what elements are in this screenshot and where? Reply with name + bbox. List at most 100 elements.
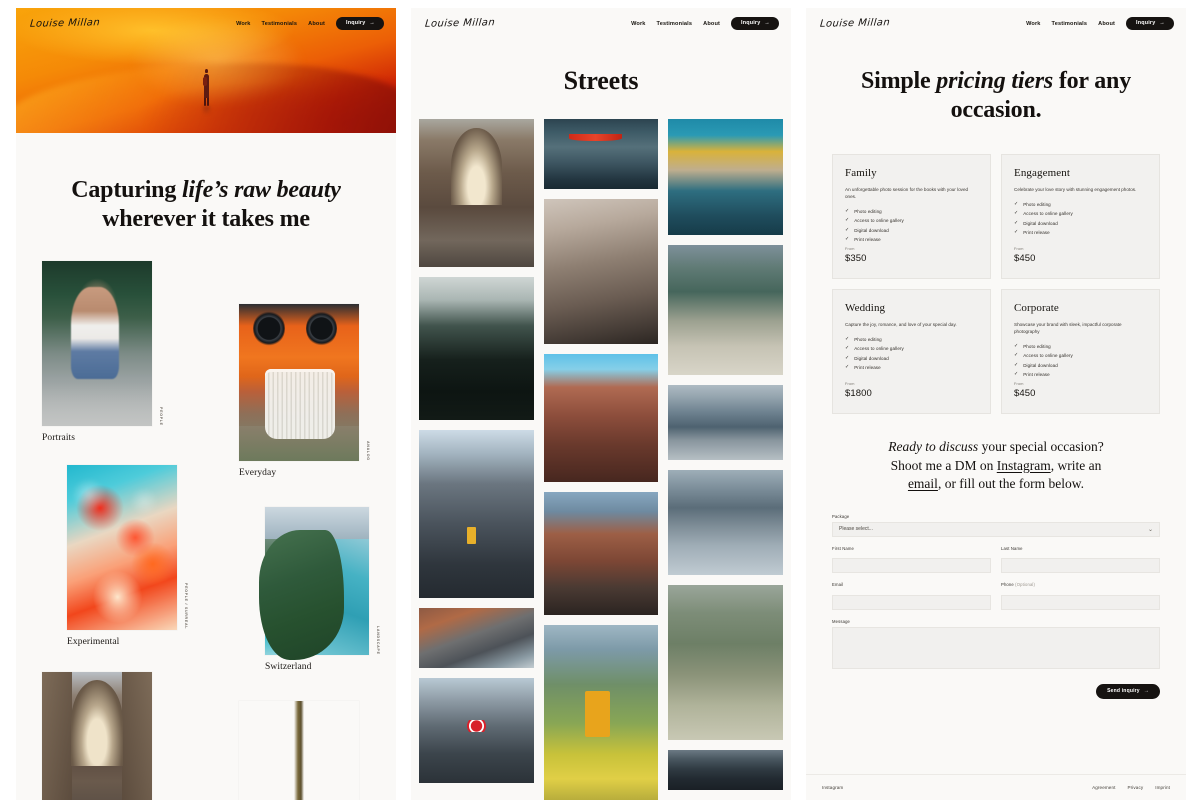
nav-link-work[interactable]: Work (236, 21, 250, 27)
streets-title: Streets (563, 66, 639, 95)
streets-gallery (411, 97, 791, 800)
pricing-feature-label: Digital download (1023, 220, 1058, 226)
pricing-amount: $350 (845, 252, 867, 264)
work-caption-switzerland: Switzerland (265, 661, 312, 672)
form-group-first-name: First Name (832, 546, 991, 574)
gallery-photo[interactable] (668, 749, 784, 790)
pricing-card-family[interactable]: Family An unforgettable photo session fo… (832, 153, 991, 279)
contact-cta-text: Ready to discuss your special occasion? … (842, 438, 1150, 494)
last-name-input[interactable] (1001, 558, 1160, 574)
nav-link-testimonials[interactable]: Testimonials (1052, 21, 1088, 27)
pricing-from-label: From (1014, 246, 1024, 251)
footer-link-privacy[interactable]: Privacy (1127, 785, 1143, 790)
gallery-photo[interactable] (419, 118, 534, 267)
send-inquiry-button[interactable]: Send inquiry → (1096, 683, 1160, 699)
gallery-photo[interactable] (543, 624, 659, 800)
brand-logo[interactable]: Louise Millan (424, 17, 495, 29)
pricing-feature: ✓ Print release (1014, 230, 1147, 236)
inquiry-button[interactable]: Inquiry → (336, 16, 384, 31)
work-thumb-switzerland: LANDSCAPE (258, 506, 380, 661)
gallery-photo[interactable] (543, 491, 659, 615)
pricing-amount: $450 (1014, 387, 1036, 399)
pricing-card-description: Showcase your brand with sleek, impactfu… (1014, 321, 1122, 334)
work-card-portraits[interactable]: PEOPLE Portraits (42, 260, 163, 443)
inquiry-button[interactable]: Inquiry → (1126, 16, 1174, 31)
pricing-card-corporate[interactable]: Corporate Showcase your brand with sleek… (1001, 288, 1160, 414)
pricing-from-block: From $450 (1014, 382, 1147, 399)
phone-optional-text: (Optional) (1013, 582, 1036, 588)
message-label: Message (832, 618, 851, 624)
footer-links: Agreement Privacy Imprint (1092, 785, 1170, 790)
message-textarea[interactable] (832, 626, 1160, 669)
check-icon: ✓ (1014, 219, 1019, 226)
check-icon: ✓ (845, 364, 850, 371)
first-name-input[interactable] (832, 558, 991, 574)
gallery-photo[interactable] (668, 244, 784, 375)
form-row-package: Package Please select... ⌄ (832, 514, 1160, 537)
pricing-card-title: Family (845, 166, 877, 179)
brand-logo[interactable]: Louise Millan (29, 17, 100, 29)
email-input[interactable] (832, 594, 991, 610)
pricing-feature-label: Print release (854, 237, 881, 243)
pricing-feature: ✓ Print release (845, 236, 978, 243)
nav-link-about[interactable]: About (308, 21, 325, 27)
pricing-headline-emphasis: pricing tiers (936, 68, 1054, 94)
instagram-link[interactable]: Instagram (997, 458, 1051, 473)
work-card-everyday[interactable]: ANALOG Everyday (239, 303, 370, 478)
headline-part-2: wherever it takes me (102, 206, 310, 233)
pricing-feature: ✓ Print release (1014, 372, 1147, 378)
first-name-label: First Name (832, 545, 854, 551)
check-icon: ✓ (1014, 342, 1019, 349)
check-icon: ✓ (845, 354, 850, 361)
gallery-photo[interactable] (419, 276, 534, 420)
gallery-column-1 (419, 118, 534, 800)
brand-logo[interactable]: Louise Millan (819, 17, 890, 29)
gallery-photo[interactable] (543, 353, 659, 482)
pricing-from-block: From $1800 (845, 382, 978, 399)
nav-link-testimonials[interactable]: Testimonials (262, 21, 298, 27)
pricing-feature: ✓ Access to online gallery (1014, 352, 1147, 359)
gallery-photo[interactable] (668, 469, 784, 575)
work-caption-everyday: Everyday (239, 467, 277, 478)
pricing-feature: ✓ Photo editing (845, 336, 978, 342)
nav-link-about[interactable]: About (703, 21, 720, 27)
nav-link-testimonials[interactable]: Testimonials (657, 21, 693, 27)
pricing-card-title: Wedding (845, 301, 886, 314)
pricing-from-block: From $350 (845, 247, 978, 264)
check-icon: ✓ (1014, 352, 1019, 359)
footer-link-imprint[interactable]: Imprint (1155, 785, 1170, 790)
gallery-photo[interactable] (668, 584, 784, 740)
gallery-photo[interactable] (419, 607, 534, 668)
nav-link-work[interactable]: Work (1026, 21, 1040, 27)
package-select[interactable]: Please select... ⌄ (832, 521, 1160, 537)
hero-image: Louise Millan Work Testimonials About In… (16, 8, 396, 133)
work-tag-experimental: PEOPLE / SURREAL (184, 583, 188, 630)
gallery-photo[interactable] (668, 118, 784, 235)
gallery-photo[interactable] (419, 429, 534, 598)
work-card-switzerland[interactable]: LANDSCAPE Switzerland (258, 506, 380, 672)
gallery-photo[interactable] (543, 118, 659, 189)
nav-link-work[interactable]: Work (631, 21, 645, 27)
inquiry-button[interactable]: Inquiry → (731, 16, 779, 31)
headline-emphasis: life’s raw beauty (181, 177, 341, 203)
gallery-photo[interactable] (543, 198, 659, 344)
work-thumb-arcade (42, 671, 152, 800)
work-thumb-portraits: PEOPLE (42, 260, 163, 426)
footer-instagram-link[interactable]: Instagram (822, 785, 843, 790)
pricing-card-wedding[interactable]: Wedding Capture the joy, romance, and lo… (832, 288, 991, 414)
pricing-card-description: An unforgettable photo session for the b… (845, 186, 969, 199)
check-icon: ✓ (845, 236, 850, 243)
work-card-experimental[interactable]: PEOPLE / SURREAL Experimental (67, 464, 188, 647)
pricing-card-engagement[interactable]: Engagement Celebrate your love story wit… (1001, 153, 1160, 279)
work-card-arcade[interactable] (42, 671, 152, 800)
form-group-phone: Phone (Optional) (1001, 582, 1160, 610)
phone-input[interactable] (1001, 594, 1160, 610)
work-caption-portraits: Portraits (42, 432, 76, 443)
gallery-photo[interactable] (419, 677, 534, 783)
gallery-photo[interactable] (668, 384, 784, 460)
pricing-feature: ✓ Digital download (1014, 219, 1147, 226)
footer-link-agreement[interactable]: Agreement (1092, 785, 1115, 790)
work-card-forest[interactable] (239, 700, 359, 800)
email-link[interactable]: email (908, 476, 938, 491)
nav-link-about[interactable]: About (1098, 21, 1115, 27)
